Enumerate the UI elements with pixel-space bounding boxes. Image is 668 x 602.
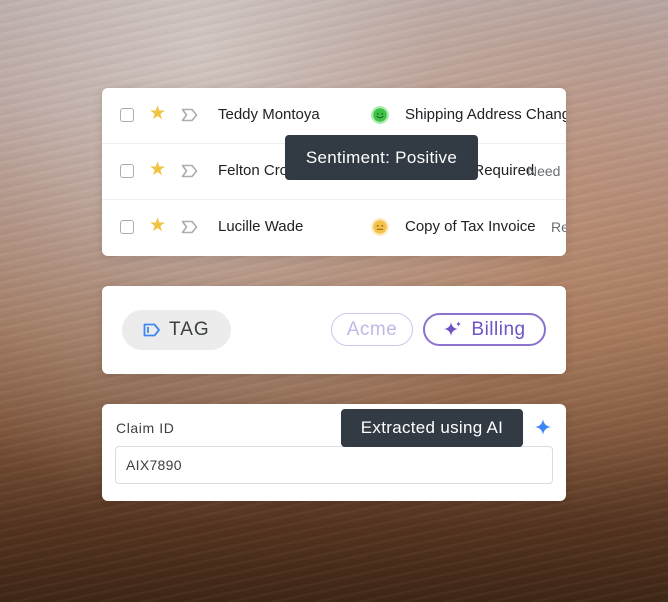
email-subject: Shipping Address Change <box>405 106 566 123</box>
email-preview: Re <box>551 219 566 235</box>
claim-id-field[interactable]: AIX7890 <box>115 446 553 484</box>
sentiment-positive-icon[interactable] <box>371 106 389 124</box>
star-icon[interactable]: ★ <box>149 104 166 124</box>
importance-marker-icon[interactable] <box>181 164 198 178</box>
ai-extraction-tooltip: Extracted using AI <box>341 409 523 447</box>
tag-chip-label: Billing <box>471 318 526 340</box>
select-checkbox[interactable] <box>120 108 134 122</box>
importance-marker-icon[interactable] <box>181 108 198 122</box>
select-checkbox[interactable] <box>120 164 134 178</box>
email-preview: Need <box>527 163 561 179</box>
star-icon[interactable]: ★ <box>149 216 166 236</box>
sender-name: Teddy Montoya <box>218 106 320 123</box>
sentiment-tooltip: Sentiment: Positive <box>285 135 478 180</box>
ai-sparkle-icon <box>443 320 463 340</box>
tag-icon <box>143 323 160 337</box>
select-checkbox[interactable] <box>120 220 134 234</box>
claim-id-label: Claim ID <box>116 420 175 436</box>
sender-name: Lucille Wade <box>218 218 304 235</box>
ai-sparkle-icon[interactable] <box>534 418 552 436</box>
tag-button[interactable]: TAG <box>122 310 231 350</box>
tag-chip-label: Acme <box>346 318 398 340</box>
importance-marker-icon[interactable] <box>181 220 198 234</box>
tag-chip-billing[interactable]: Billing <box>423 313 546 346</box>
star-icon[interactable]: ★ <box>149 160 166 180</box>
tag-button-label: TAG <box>169 319 210 340</box>
tag-chip-acme[interactable]: Acme <box>331 313 413 346</box>
email-subject: Copy of Tax Invoice <box>405 218 536 235</box>
sentiment-neutral-icon[interactable] <box>371 218 389 236</box>
tag-panel: TAG Acme Billing <box>102 286 566 374</box>
email-row[interactable]: ★ Lucille Wade Copy of Tax Invoice Re <box>102 200 566 256</box>
